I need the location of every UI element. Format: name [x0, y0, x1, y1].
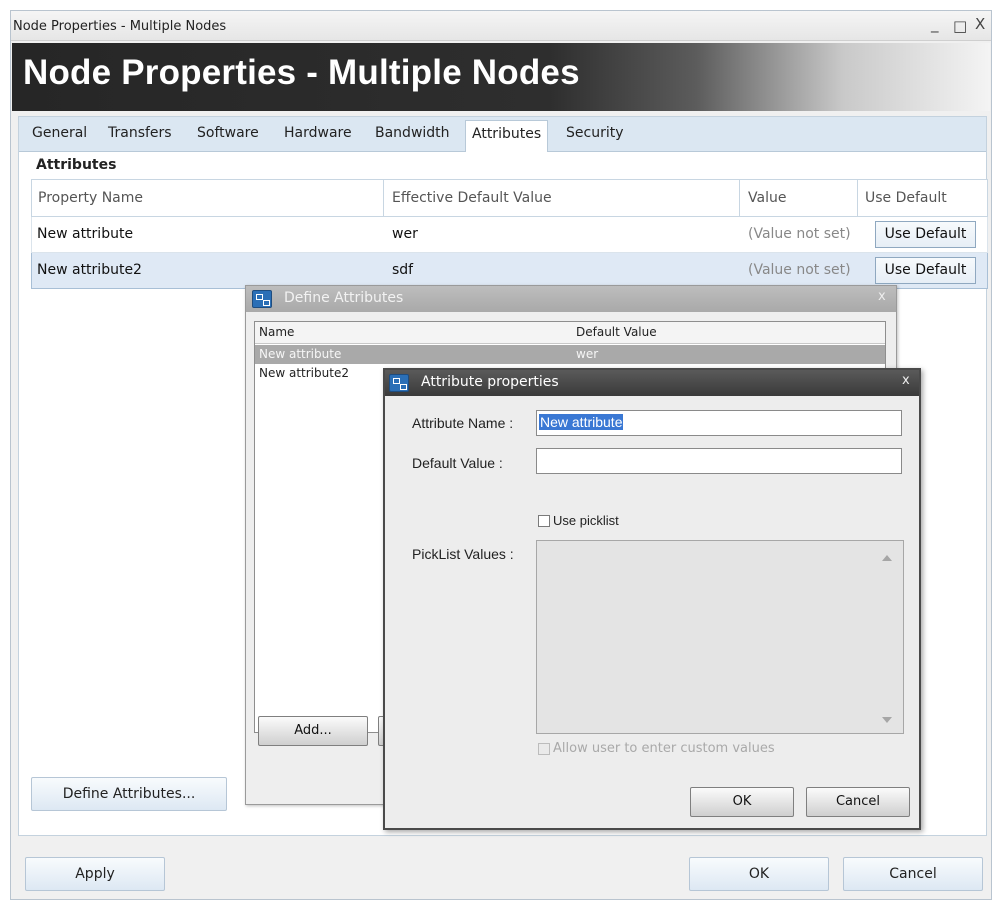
dialog-title: Attribute properties	[421, 374, 559, 390]
row-value: (Value not set)	[748, 262, 851, 278]
attribute-name-value: New attribute	[539, 414, 624, 430]
minimize-icon[interactable]: _	[931, 15, 939, 33]
tab-attributes[interactable]: Attributes	[465, 120, 549, 152]
scroll-down-icon[interactable]	[882, 717, 892, 723]
attribute-name-field[interactable]: New attribute	[536, 410, 902, 436]
page-title: Node Properties - Multiple Nodes	[23, 53, 580, 92]
column-header-value[interactable]: Value	[748, 190, 786, 206]
list-item-name: New attribute2	[259, 366, 349, 380]
tab-transfers[interactable]: Transfers	[108, 125, 172, 141]
column-header-property-name[interactable]: Property Name	[38, 190, 143, 206]
list-item-name: New attribute	[259, 347, 342, 361]
add-button[interactable]: Add...	[258, 716, 368, 746]
tab-general[interactable]: General	[32, 125, 87, 141]
use-default-button[interactable]: Use Default	[875, 257, 976, 284]
tab-hardware[interactable]: Hardware	[284, 125, 352, 141]
cancel-button[interactable]: Cancel	[806, 787, 910, 817]
apply-button[interactable]: Apply	[25, 857, 165, 891]
table-row[interactable]: New attribute wer (Value not set) Use De…	[31, 217, 988, 253]
column-header-effective-default[interactable]: Effective Default Value	[392, 190, 552, 206]
use-default-button[interactable]: Use Default	[875, 221, 976, 248]
column-header-use-default[interactable]: Use Default	[865, 190, 947, 206]
column-divider[interactable]	[857, 180, 858, 218]
header-banner: Node Properties - Multiple Nodes	[12, 43, 990, 111]
app-icon	[389, 374, 409, 392]
grid-header: Property Name Effective Default Value Va…	[31, 179, 988, 218]
picklist-values-textarea[interactable]	[536, 540, 904, 734]
section-label: Attributes	[36, 157, 117, 173]
ok-button[interactable]: OK	[690, 787, 794, 817]
default-value-label: Default Value :	[412, 455, 503, 471]
allow-custom-checkbox[interactable]	[538, 743, 550, 755]
dialog-title-bar: Define Attributes x	[246, 286, 896, 312]
app-icon	[252, 290, 272, 308]
column-divider[interactable]	[739, 180, 740, 218]
close-icon[interactable]: x	[878, 289, 886, 304]
attribute-properties-dialog: Attribute properties x Attribute Name : …	[383, 368, 921, 830]
attribute-name-label: Attribute Name :	[412, 415, 514, 431]
tab-security[interactable]: Security	[566, 125, 624, 141]
ok-button[interactable]: OK	[689, 857, 829, 891]
row-value: (Value not set)	[748, 226, 851, 242]
tab-strip: General Transfers Software Hardware Band…	[19, 117, 986, 152]
scroll-up-icon[interactable]	[882, 555, 892, 561]
tab-software[interactable]: Software	[197, 125, 259, 141]
maximize-icon[interactable]: □	[953, 17, 967, 35]
column-header-default-value[interactable]: Default Value	[576, 325, 657, 339]
picklist-label: PickList Values :	[412, 546, 514, 562]
define-attributes-button[interactable]: Define Attributes...	[31, 777, 227, 811]
allow-custom-label: Allow user to enter custom values	[553, 741, 775, 756]
window-title: Node Properties - Multiple Nodes	[13, 19, 227, 34]
use-picklist-label: Use picklist	[553, 513, 619, 528]
default-value-field[interactable]	[536, 448, 902, 474]
dialog-title: Define Attributes	[284, 290, 404, 306]
row-property-name: New attribute	[37, 226, 134, 242]
table-row[interactable]: New attribute2 sdf (Value not set) Use D…	[31, 253, 988, 289]
row-effective-default: wer	[392, 226, 418, 242]
list-item-default: wer	[576, 347, 599, 361]
close-icon[interactable]: X	[975, 15, 985, 33]
list-header: Name Default Value	[255, 322, 885, 344]
use-picklist-checkbox[interactable]	[538, 515, 550, 527]
row-effective-default: sdf	[392, 262, 414, 278]
list-item[interactable]: New attribute wer	[255, 345, 885, 364]
column-header-name[interactable]: Name	[259, 325, 294, 339]
close-icon[interactable]: x	[902, 373, 910, 388]
row-property-name: New attribute2	[37, 262, 142, 278]
tab-bandwidth[interactable]: Bandwidth	[375, 125, 450, 141]
column-divider[interactable]	[383, 180, 384, 218]
dialog-title-bar: Attribute properties x	[385, 370, 919, 396]
title-bar: Node Properties - Multiple Nodes _ □ X	[11, 11, 991, 41]
cancel-button[interactable]: Cancel	[843, 857, 983, 891]
